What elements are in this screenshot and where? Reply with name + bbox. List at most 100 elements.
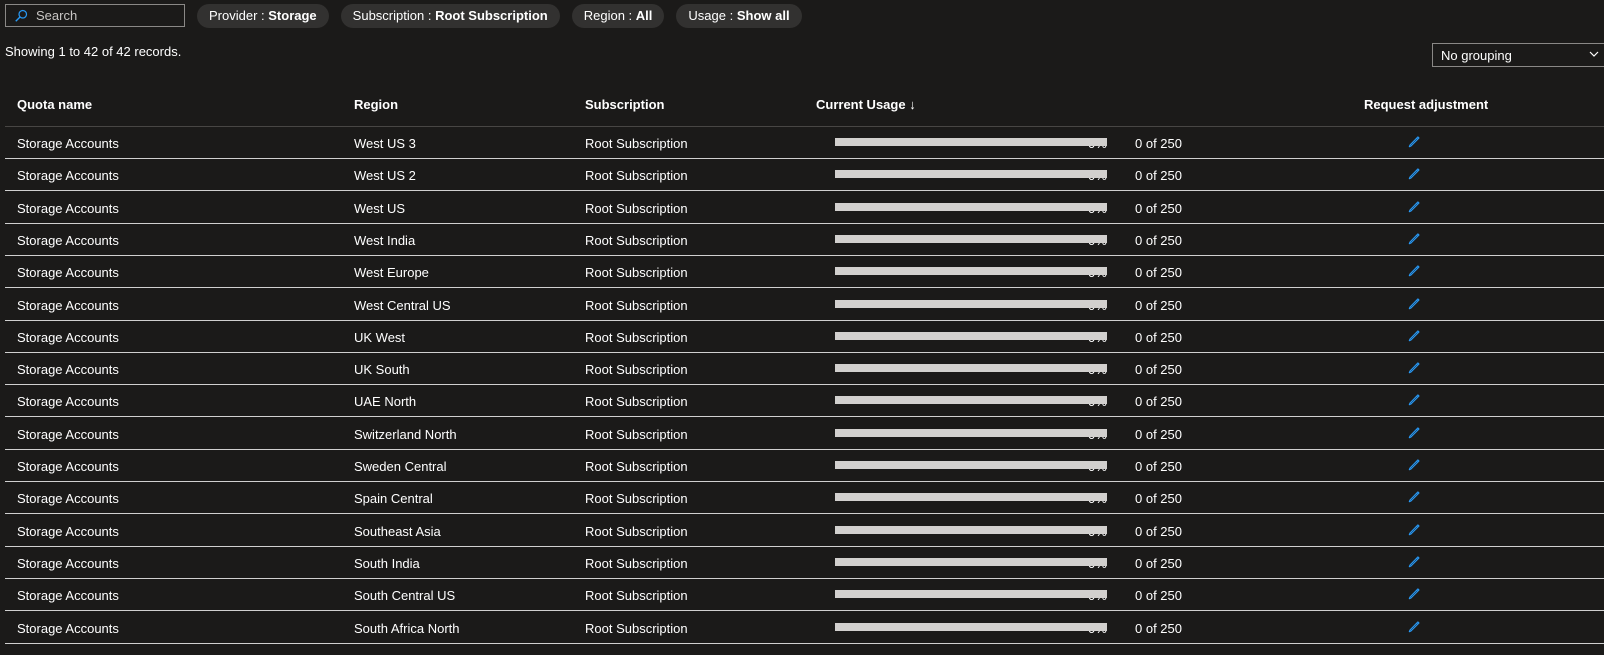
- usage-progress-bar: [835, 590, 1107, 599]
- subscription-cell: Root Subscription: [585, 491, 688, 507]
- region-cell: West US: [354, 200, 406, 216]
- search-input[interactable]: [36, 8, 176, 23]
- edit-pencil-icon[interactable]: [1407, 586, 1421, 600]
- usage-count: 0 of 250: [1135, 394, 1182, 410]
- subscription-cell: Root Subscription: [585, 329, 688, 345]
- usage-progress-bar: [835, 202, 1107, 211]
- edit-pencil-icon[interactable]: [1407, 231, 1421, 245]
- quota-name-cell: Storage Accounts: [17, 136, 119, 151]
- usage-progress-bar: [835, 138, 1107, 146]
- quota-name-cell: Storage Accounts: [17, 555, 119, 571]
- column-header-subscription[interactable]: Subscription: [585, 97, 664, 112]
- edit-pencil-icon[interactable]: [1407, 425, 1421, 439]
- table-row: Storage Accounts West Europe Root Subscrip…: [5, 256, 1604, 289]
- subscription-cell: Root Subscription: [585, 265, 688, 281]
- records-count: Showing 1 to 42 of 42 records.: [5, 44, 182, 59]
- edit-pencil-icon[interactable]: [1407, 134, 1421, 148]
- table-row: Storage Accounts UK West Root Subscription…: [5, 321, 1604, 353]
- usage-progress-bar: [835, 557, 1107, 566]
- usage-progress-bar: [835, 622, 1107, 631]
- column-header-current-usage[interactable]: Current Usage ↓: [816, 97, 916, 112]
- usage-count: 0 of 250: [1135, 555, 1182, 571]
- usage-count: 0 of 250: [1135, 200, 1182, 216]
- quota-name-cell: Storage Accounts: [17, 523, 119, 539]
- subscription-cell: Root Subscription: [585, 362, 688, 378]
- table-row: Storage Accounts West Central US Root Subs…: [5, 289, 1604, 321]
- subscription-cell: Root Subscription: [585, 523, 688, 539]
- quota-name-cell: Storage Accounts: [17, 362, 119, 378]
- edit-pencil-icon[interactable]: [1407, 328, 1421, 342]
- usage-count: 0 of 250: [1135, 362, 1182, 378]
- quota-name-cell: Storage Accounts: [17, 297, 119, 313]
- filter-subscription-key: Subscription :: [352, 8, 432, 23]
- edit-pencil-icon[interactable]: [1407, 166, 1421, 180]
- quota-name-cell: Storage Accounts: [17, 620, 119, 636]
- table-row: Storage Accounts Spain Central Root Subscr…: [5, 482, 1604, 515]
- subscription-cell: Root Subscription: [585, 426, 688, 442]
- filter-usage-value: Show all: [736, 8, 790, 23]
- filter-usage[interactable]: Usage : Show all: [676, 3, 802, 28]
- table-row: Storage Accounts UK South Root Subscriptio…: [5, 353, 1604, 386]
- table-row: Storage Accounts South India Root Subscrip…: [5, 547, 1604, 579]
- column-header-request-adjustment[interactable]: Request adjustment: [1364, 97, 1488, 112]
- edit-pencil-icon[interactable]: [1407, 522, 1421, 536]
- filter-region-value: All: [635, 8, 653, 23]
- subscription-cell: Root Subscription: [585, 168, 688, 184]
- region-cell: UK South: [354, 362, 410, 378]
- filter-provider-value: Storage: [268, 8, 317, 23]
- region-cell: West US 3: [354, 136, 416, 151]
- column-header-region[interactable]: Region: [354, 97, 398, 112]
- usage-count: 0 of 250: [1135, 523, 1182, 539]
- usage-count: 0 of 250: [1135, 265, 1182, 281]
- filter-subscription[interactable]: Subscription : Root Subscription: [340, 3, 560, 28]
- filter-provider[interactable]: Provider : Storage: [197, 3, 329, 28]
- region-cell: South Central US: [354, 588, 456, 604]
- filter-region[interactable]: Region : All: [571, 3, 665, 28]
- edit-pencil-icon[interactable]: [1407, 554, 1421, 568]
- chevron-down-icon: [1589, 51, 1599, 57]
- edit-pencil-icon[interactable]: [1407, 296, 1421, 310]
- edit-pencil-icon[interactable]: [1407, 263, 1421, 277]
- table-row: Storage Accounts UAE North Root Subscripti…: [5, 385, 1604, 418]
- filter-toolbar: Provider : Storage Subscription : Root S…: [5, 3, 802, 28]
- search-icon: [15, 9, 28, 22]
- edit-pencil-icon[interactable]: [1407, 392, 1421, 406]
- quota-name-cell: Storage Accounts: [17, 200, 119, 216]
- usage-count: 0 of 250: [1135, 168, 1182, 184]
- region-cell: South Africa North: [354, 620, 460, 636]
- edit-pencil-icon[interactable]: [1407, 489, 1421, 503]
- subscription-cell: Root Subscription: [585, 232, 688, 248]
- edit-pencil-icon[interactable]: [1407, 360, 1421, 374]
- table-row: Storage Accounts South Central US Root Sub…: [5, 579, 1604, 612]
- table-row: Storage Accounts West US 2 Root Subscripti…: [5, 159, 1604, 192]
- usage-progress-bar: [835, 267, 1107, 276]
- table-row: Storage Accounts Southeast Asia Root Subsc…: [5, 515, 1604, 547]
- filter-region-key: Region :: [583, 8, 633, 23]
- subscription-cell: Root Subscription: [585, 620, 688, 636]
- region-cell: Switzerland North: [354, 426, 457, 442]
- grouping-dropdown[interactable]: No grouping: [1432, 43, 1604, 67]
- quota-name-cell: Storage Accounts: [17, 426, 119, 442]
- usage-count: 0 of 250: [1135, 588, 1182, 604]
- subscription-cell: Root Subscription: [585, 459, 688, 474]
- quota-name-cell: Storage Accounts: [17, 459, 119, 474]
- edit-pencil-icon[interactable]: [1407, 199, 1421, 213]
- usage-count: 0 of 250: [1135, 297, 1182, 313]
- table-header: Quota name Region Subscription Current U…: [5, 90, 1604, 127]
- filter-subscription-value: Root Subscription: [435, 8, 548, 23]
- filter-usage-key: Usage :: [688, 8, 734, 23]
- search-box[interactable]: [5, 4, 185, 27]
- edit-pencil-icon[interactable]: [1407, 457, 1421, 471]
- quota-name-cell: Storage Accounts: [17, 329, 119, 345]
- table-row: Storage Accounts Switzerland North Root Su…: [5, 418, 1604, 450]
- usage-progress-bar: [835, 364, 1107, 373]
- region-cell: UK West: [354, 329, 406, 345]
- filter-provider-key: Provider :: [209, 8, 265, 23]
- usage-count: 0 of 250: [1135, 620, 1182, 636]
- column-header-quota-name[interactable]: Quota name: [17, 97, 92, 112]
- usage-progress-bar: [835, 170, 1107, 179]
- table-row: Storage Accounts West India Root Subscript…: [5, 224, 1604, 256]
- table-row: Storage Accounts West US 3 Root Subscripti…: [5, 127, 1604, 159]
- edit-pencil-icon[interactable]: [1407, 619, 1421, 633]
- table-row: Storage Accounts West US Root Subscription…: [5, 192, 1604, 224]
